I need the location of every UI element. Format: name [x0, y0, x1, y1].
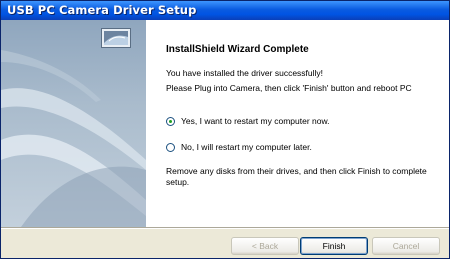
installed-message: You have installed the driver successful… [166, 68, 324, 78]
finish-button[interactable]: Finish [300, 237, 368, 255]
title-bar[interactable]: USB PC Camera Driver Setup [1, 1, 449, 20]
radio-unselected-icon[interactable] [166, 142, 175, 152]
plug-message: Please Plug into Camera, then click 'Fin… [166, 83, 412, 93]
restart-later-option[interactable]: No, I will restart my computer later. [166, 141, 312, 153]
window-title: USB PC Camera Driver Setup [7, 3, 197, 17]
page-title: InstallShield Wizard Complete [166, 44, 309, 55]
footer-divider [1, 227, 449, 229]
radio-selected-icon[interactable] [166, 116, 175, 126]
remove-disks-message: Remove any disks from their drives, and … [166, 166, 427, 187]
wizard-content: InstallShield Wizard Complete You have i… [1, 20, 449, 227]
restart-now-option[interactable]: Yes, I want to restart my computer now. [166, 115, 330, 127]
restart-later-label[interactable]: No, I will restart my computer later. [181, 142, 312, 152]
installer-window: USB PC Camera Driver Setup InstallShield… [0, 0, 450, 259]
cancel-button[interactable]: Cancel [372, 237, 440, 255]
back-button[interactable]: < Back [231, 237, 299, 255]
side-panel-graphic [1, 20, 146, 227]
swoosh-graphic [1, 50, 146, 227]
restart-now-label[interactable]: Yes, I want to restart my computer now. [181, 116, 330, 126]
monitor-icon [101, 28, 131, 48]
